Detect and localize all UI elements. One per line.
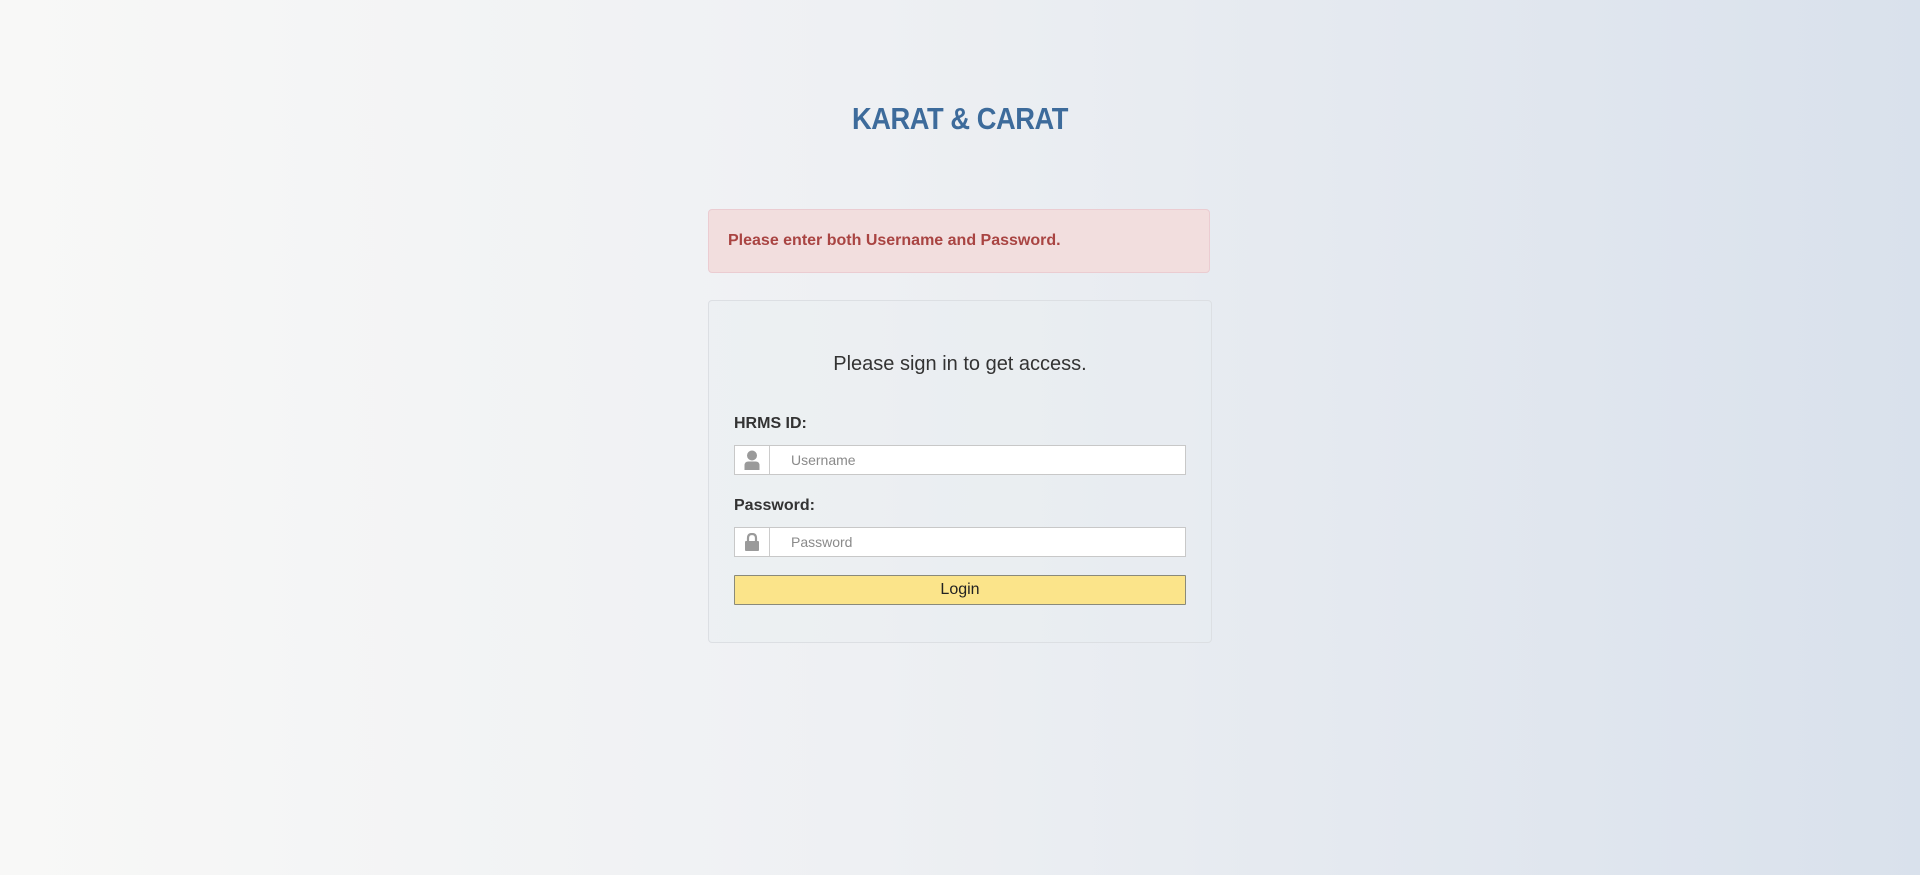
user-icon <box>735 446 770 474</box>
error-alert: Please enter both Username and Password. <box>708 209 1210 273</box>
password-input-group <box>734 527 1186 557</box>
username-input-group <box>734 445 1186 475</box>
login-panel: Please sign in to get access. HRMS ID: P… <box>708 300 1212 643</box>
username-label: HRMS ID: <box>734 415 807 432</box>
password-label: Password: <box>734 497 815 514</box>
sign-in-prompt: Please sign in to get access. <box>833 353 1087 375</box>
login-button[interactable]: Login <box>734 575 1186 605</box>
error-message: Please enter both Username and Password. <box>728 232 1061 249</box>
lock-icon <box>735 528 770 556</box>
password-input[interactable] <box>770 528 1185 556</box>
username-input[interactable] <box>770 446 1185 474</box>
brand-title: KARAT & CARAT <box>851 101 1069 136</box>
